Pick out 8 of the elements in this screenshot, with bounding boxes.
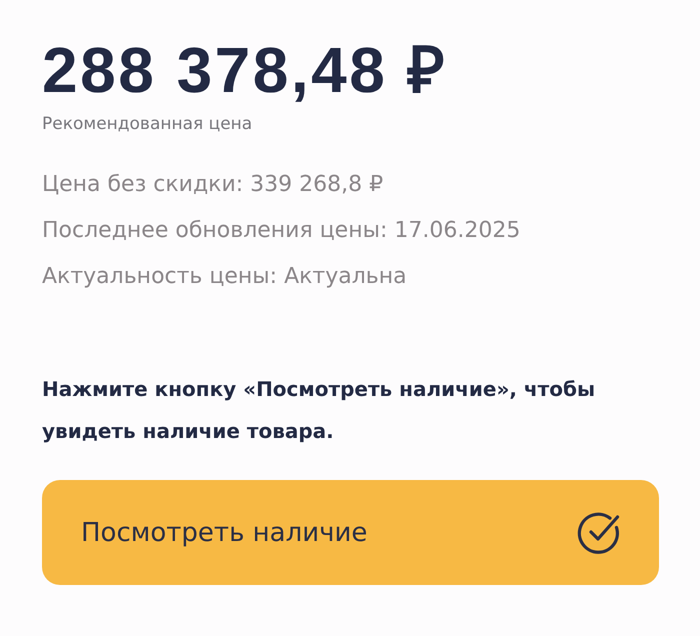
notice-text: Нажмите кнопку «Посмотреть наличие», чтобы увидеть наличие товара. (42, 376, 596, 445)
availability-button[interactable]: Посмотреть наличие (42, 480, 659, 585)
price-caption: Рекомендованная цена (42, 113, 252, 136)
price-detail: Последнее обновления цены: 17.06.2025 (42, 217, 520, 245)
price-detail: Актуальность цены: Актуальна (42, 263, 407, 291)
price-amount: 288 378,48 ₽ (42, 34, 448, 106)
check-circle-icon (577, 510, 621, 554)
price-detail: Цена без скидки: 339 268,8 ₽ (42, 171, 384, 199)
